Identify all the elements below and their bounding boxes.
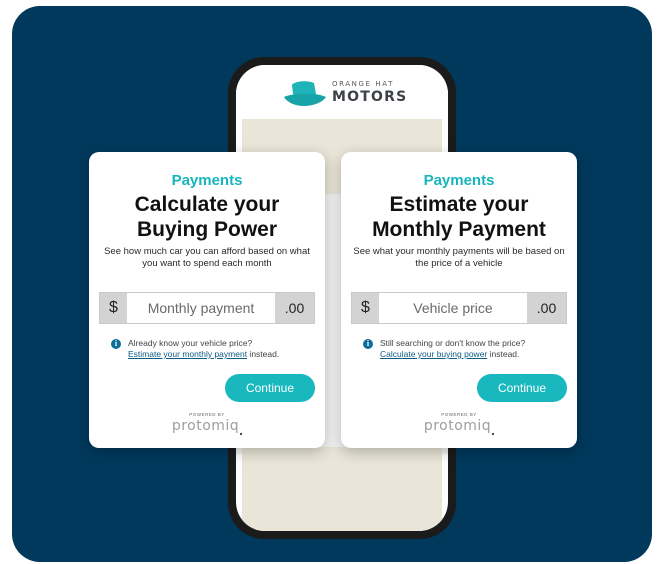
continue-button[interactable]: Continue <box>477 374 567 402</box>
info-icon: i <box>111 339 121 349</box>
continue-button[interactable]: Continue <box>225 374 315 402</box>
info-icon: i <box>363 339 373 349</box>
cents-suffix: .00 <box>275 293 314 323</box>
brand-dot <box>240 433 243 435</box>
card-title: Calculate your Buying Power <box>134 193 280 241</box>
protomiq-logo: protomiq <box>341 418 577 435</box>
info-text: Already know your vehicle price? Estimat… <box>128 338 308 360</box>
buying-power-card: Payments Calculate your Buying Power See… <box>89 152 325 448</box>
monthly-payment-card: Payments Estimate your Monthly Payment S… <box>341 152 577 448</box>
brand-dot <box>492 433 495 435</box>
card-kicker: Payments <box>171 172 243 189</box>
vehicle-price-input[interactable] <box>379 293 527 323</box>
logo-line1: ORANGE HAT <box>332 80 394 88</box>
brand-name: protomiq <box>423 418 492 434</box>
card-title: Estimate your Monthly Payment <box>372 193 546 241</box>
info-question: Still searching or don't know the price? <box>380 338 526 348</box>
info-suffix: instead. <box>487 349 520 359</box>
orange-hat-motors-logo[interactable]: ORANGE HAT MOTORS <box>282 79 412 109</box>
monthly-payment-input-group: $ .00 <box>99 292 315 324</box>
card-description: See how much car you can afford based on… <box>104 246 310 269</box>
card-description: See what your monthly payments will be b… <box>353 246 565 269</box>
dollar-prefix: $ <box>100 293 127 323</box>
calculate-buying-power-link[interactable]: Calculate your buying power <box>380 349 487 359</box>
hat-icon <box>284 81 326 106</box>
brand-name: protomiq <box>171 418 240 434</box>
background-frame: ORANGE HAT MOTORS Payments Calculate you… <box>12 6 652 562</box>
phone-footer-banner <box>242 447 442 531</box>
info-question: Already know your vehicle price? <box>128 338 253 348</box>
card-kicker: Payments <box>423 172 495 189</box>
logo-line2: MOTORS <box>332 89 408 105</box>
protomiq-logo: protomiq <box>89 418 325 435</box>
cents-suffix: .00 <box>527 293 566 323</box>
site-header: ORANGE HAT MOTORS <box>236 65 448 119</box>
vehicle-price-input-group: $ .00 <box>351 292 567 324</box>
monthly-payment-input[interactable] <box>127 293 275 323</box>
powered-by-label: POWERED BY <box>441 412 477 417</box>
dollar-prefix: $ <box>352 293 379 323</box>
powered-by-label: POWERED BY <box>189 412 225 417</box>
info-suffix: instead. <box>247 349 280 359</box>
info-text: Still searching or don't know the price?… <box>380 338 560 360</box>
estimate-monthly-payment-link[interactable]: Estimate your monthly payment <box>128 349 247 359</box>
